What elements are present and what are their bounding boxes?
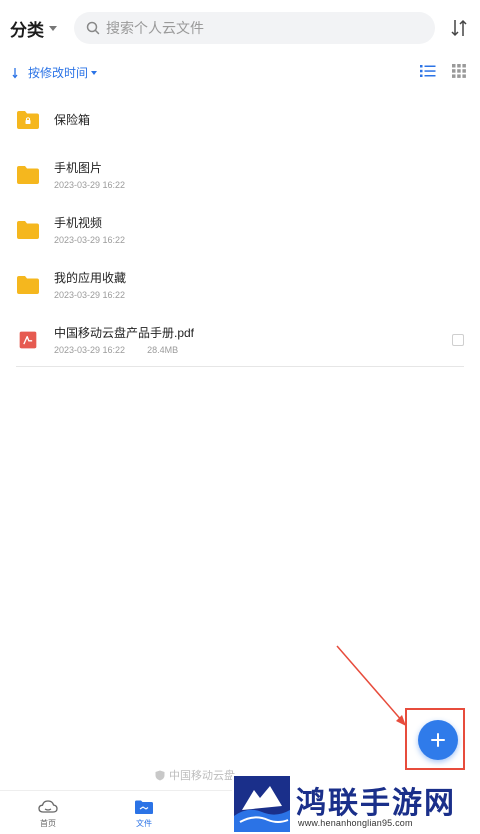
search-input[interactable] <box>106 20 406 36</box>
file-size: 28.4MB <box>147 344 179 355</box>
folder-icon <box>17 165 39 184</box>
file-name: 保险箱 <box>54 112 91 127</box>
footer-note-text: 中国移动云盘 <box>169 770 235 782</box>
list-item-vault[interactable]: 保险箱 <box>16 92 464 147</box>
tab-label: 首页 <box>40 819 56 828</box>
file-name: 中国移动云盘产品手册.pdf <box>54 325 195 340</box>
folder-icon <box>17 220 39 239</box>
sort-order-label: 按修改时间 <box>28 66 89 80</box>
list-view-icon[interactable] <box>420 64 436 78</box>
tab-files[interactable]: 文件 <box>124 799 164 829</box>
file-name: 我的应用收藏 <box>54 270 127 285</box>
list-item-folder[interactable]: 手机视频 2023-03-29 16:22 <box>16 202 464 257</box>
file-select-checkbox[interactable] <box>452 333 464 346</box>
shield-icon <box>155 770 165 780</box>
sort-down-icon <box>12 67 18 79</box>
chevron-down-icon <box>49 26 57 31</box>
tab-home[interactable]: 首页 <box>28 799 68 829</box>
file-date: 2023-03-29 16:22 <box>54 289 126 300</box>
top-bar: 分类 <box>0 0 480 56</box>
add-button[interactable] <box>418 720 458 760</box>
category-dropdown[interactable]: 分类 <box>10 16 57 41</box>
chevron-down-icon <box>91 70 98 75</box>
file-name: 手机视频 <box>54 215 103 230</box>
list-item-folder[interactable]: 手机图片 2023-03-29 16:22 <box>16 147 464 202</box>
tab-label: 文件 <box>136 819 152 828</box>
list-item-file[interactable]: 中国移动云盘产品手册.pdf 2023-03-29 16:22 28.4MB <box>16 312 464 367</box>
file-name: 手机图片 <box>54 160 103 175</box>
vault-folder-icon <box>17 110 39 129</box>
list-divider <box>16 366 464 367</box>
brand-watermark: 鸿联手游网 www.henanhonglian95.com <box>232 774 480 834</box>
sort-toggle-icon[interactable] <box>450 18 468 38</box>
search-bar[interactable] <box>74 12 435 44</box>
files-icon <box>135 800 153 814</box>
search-icon <box>86 21 100 35</box>
list-item-folder[interactable]: 我的应用收藏 2023-03-29 16:22 <box>16 257 464 312</box>
file-date: 2023-03-29 16:22 <box>54 179 126 190</box>
plus-icon <box>431 733 445 747</box>
footer-note: 中国移动云盘 <box>155 767 235 783</box>
category-label: 分类 <box>10 21 44 40</box>
pdf-file-icon <box>19 331 37 348</box>
file-list: 保险箱 手机图片 2023-03-29 16:22 手机视频 2023-03-2… <box>16 92 464 367</box>
file-date: 2023-03-29 16:22 <box>54 344 126 355</box>
sort-bar: 按修改时间 <box>0 58 480 86</box>
grid-view-icon[interactable] <box>452 64 466 78</box>
brand-name: 鸿联手游网 <box>296 786 456 821</box>
brand-url: www.henanhonglian95.com <box>298 818 413 828</box>
folder-icon <box>17 275 39 294</box>
sort-order-dropdown[interactable]: 按修改时间 <box>12 64 98 81</box>
file-date: 2023-03-29 16:22 <box>54 234 126 245</box>
cloud-home-icon <box>38 800 58 813</box>
brand-logo-icon <box>234 776 290 832</box>
